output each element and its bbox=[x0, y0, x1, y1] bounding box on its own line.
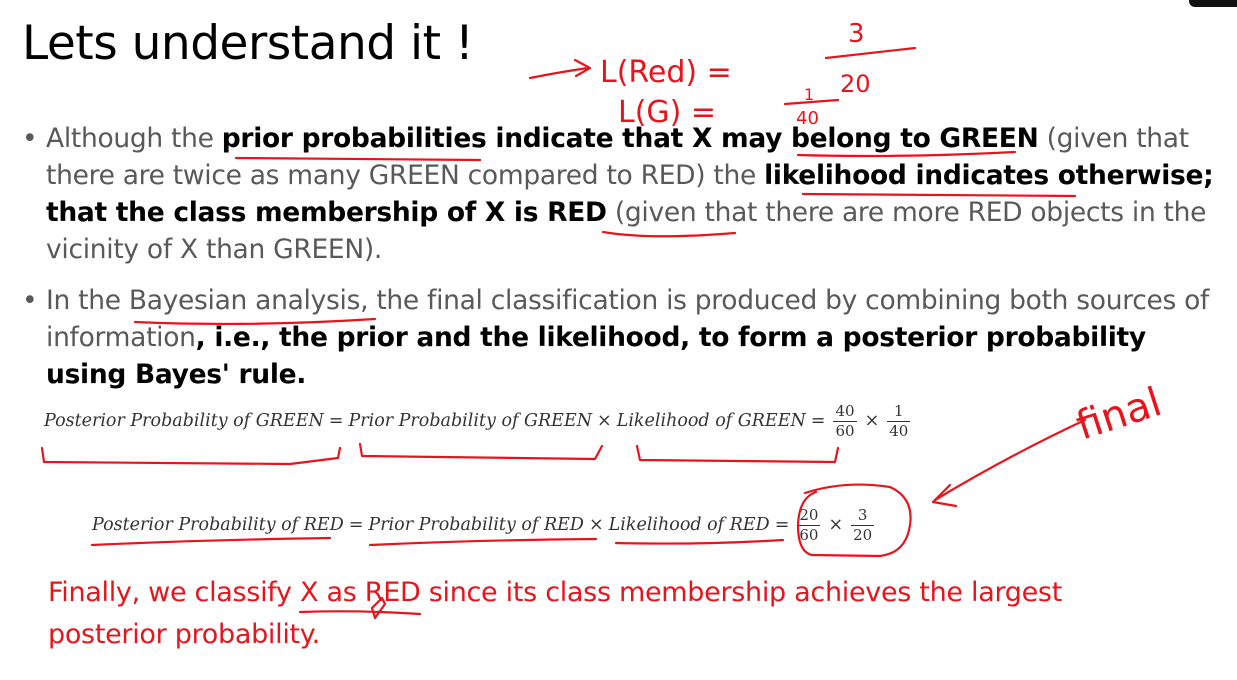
ink-underline-posterior-red bbox=[90, 536, 332, 547]
ink-arrow-final-line bbox=[933, 418, 1087, 502]
ink-label-final: final bbox=[1071, 379, 1167, 449]
ink-underline-likelihood bbox=[801, 192, 1077, 198]
ink-bracket-posterior-green bbox=[40, 446, 342, 466]
ink-bracket-prior-green bbox=[358, 442, 604, 461]
ink-underline-likelihood-red bbox=[614, 538, 785, 545]
ink-l-green-numerator: 1 bbox=[804, 85, 814, 104]
ink-label-l-green: L(G) = bbox=[618, 95, 716, 130]
ink-l-red-denominator: 20 bbox=[840, 70, 871, 98]
ink-bracket-likelihood-green bbox=[635, 444, 840, 464]
ink-underline-bayesian bbox=[133, 317, 377, 326]
pen-cursor-icon bbox=[370, 596, 387, 620]
handwritten-annotations: L(Red) = 3 20 L(G) = 1 40 final bbox=[40, 19, 1167, 620]
ink-fraction-bar-red bbox=[824, 46, 917, 60]
ink-underline-prior-red bbox=[368, 537, 598, 547]
ink-l-green-denominator: 40 bbox=[796, 108, 819, 129]
ink-circle-result bbox=[796, 483, 912, 558]
ink-label-l-red: L(Red) = bbox=[600, 55, 732, 90]
ink-underline-prior bbox=[234, 156, 482, 162]
ink-underline-green bbox=[796, 150, 1017, 158]
ink-underline-x-red bbox=[601, 230, 737, 238]
ink-underline-x-as-red bbox=[298, 610, 422, 616]
slide: Lets understand it ! • Although the prior… bbox=[0, 0, 1237, 680]
ink-l-red-numerator: 3 bbox=[848, 19, 865, 49]
